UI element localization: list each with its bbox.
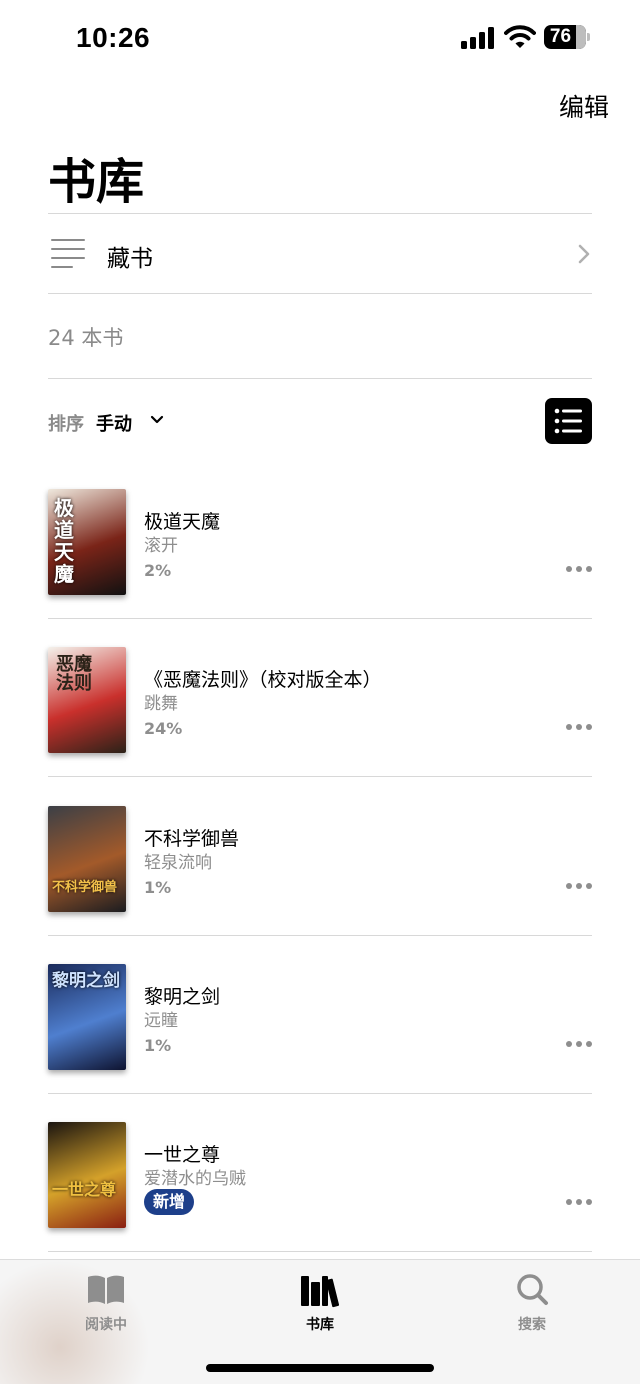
- book-title: 黎明之剑: [144, 986, 221, 1008]
- book-title: 一世之尊: [144, 1144, 221, 1166]
- book-count: 24 本书: [48, 326, 124, 350]
- book-row[interactable]: 黎明之剑 黎明之剑 远瞳 1%: [48, 964, 592, 1122]
- more-icon[interactable]: [566, 1198, 592, 1206]
- cover-title: 恶魔法则: [56, 654, 92, 694]
- book-cover[interactable]: 极道天魔: [48, 489, 126, 595]
- list-view-button[interactable]: [545, 398, 592, 444]
- divider: [48, 618, 592, 619]
- book-open-icon: [88, 1275, 124, 1304]
- sort-label: 排序: [48, 414, 84, 435]
- cover-title: 极道天魔: [54, 496, 74, 586]
- more-icon[interactable]: [566, 723, 592, 731]
- divider: [48, 935, 592, 936]
- cover-title: 不科学御兽: [52, 880, 118, 895]
- book-author: 远瞳: [144, 1011, 178, 1031]
- book-row[interactable]: 一世之尊 一世之尊 爱潜水的乌贼 新增: [48, 1122, 592, 1280]
- divider: [48, 213, 592, 214]
- tab-label: 搜索: [518, 1317, 546, 1333]
- home-indicator[interactable]: [206, 1364, 434, 1372]
- book-title: 《恶魔法则》（校对版全本）: [144, 669, 382, 691]
- book-author: 滚开: [144, 536, 178, 556]
- book-progress: 1%: [144, 878, 172, 897]
- new-badge: 新增: [144, 1189, 195, 1215]
- tab-reading-now[interactable]: 阅读中: [46, 1260, 166, 1350]
- more-icon[interactable]: [566, 882, 592, 890]
- chevron-down-icon[interactable]: [150, 414, 164, 426]
- status-time: 10:26: [76, 22, 151, 53]
- edit-button[interactable]: 编辑: [559, 88, 609, 124]
- cover-title: 黎明之剑: [52, 971, 120, 991]
- search-icon: [517, 1274, 548, 1305]
- book-cover[interactable]: 恶魔法则: [48, 647, 126, 753]
- book-cover[interactable]: 不科学御兽: [48, 806, 126, 912]
- collection-row[interactable]: 藏书: [48, 215, 592, 293]
- book-progress: 24%: [144, 719, 183, 738]
- book-row[interactable]: 不科学御兽 不科学御兽 轻泉流响 1%: [48, 806, 592, 964]
- more-icon[interactable]: [566, 565, 592, 573]
- book-row[interactable]: 极道天魔 极道天魔 滚开 2%: [48, 489, 592, 647]
- collection-label: 藏书: [107, 246, 153, 272]
- book-row[interactable]: 恶魔法则 《恶魔法则》（校对版全本） 跳舞 24%: [48, 647, 592, 805]
- list-bullet-icon: [554, 408, 582, 434]
- book-cover[interactable]: 一世之尊: [48, 1122, 126, 1228]
- divider: [48, 293, 592, 294]
- tab-search[interactable]: 搜索: [472, 1260, 592, 1350]
- divider: [48, 378, 592, 379]
- tab-library[interactable]: 书库: [260, 1260, 380, 1350]
- book-author: 轻泉流响: [144, 853, 212, 873]
- wifi-icon: [504, 25, 536, 48]
- book-title: 不科学御兽: [144, 828, 240, 850]
- book-author: 跳舞: [144, 694, 178, 714]
- sort-dropdown[interactable]: 手动: [96, 410, 132, 436]
- cellular-signal-icon: [461, 27, 495, 49]
- divider: [48, 1093, 592, 1094]
- library-screen: 10:26 76 编辑 书库 藏书 24 本书 排序 手动 极道天魔 极道天魔 …: [0, 0, 640, 1384]
- book-progress: 1%: [144, 1036, 172, 1055]
- cover-title: 一世之尊: [52, 1180, 117, 1199]
- more-icon[interactable]: [566, 1040, 592, 1048]
- page-title: 书库: [48, 154, 145, 210]
- book-cover[interactable]: 黎明之剑: [48, 964, 126, 1070]
- book-progress: 2%: [144, 561, 172, 580]
- tab-label: 阅读中: [85, 1317, 127, 1333]
- divider: [48, 1251, 592, 1252]
- chevron-right-icon: [578, 244, 590, 264]
- battery-level: 76: [549, 26, 572, 47]
- divider: [48, 776, 592, 777]
- book-title: 极道天魔: [144, 511, 221, 533]
- list-lines-icon: [51, 239, 85, 269]
- battery-icon: 76: [544, 25, 590, 49]
- tab-label: 书库: [306, 1317, 334, 1333]
- book-author: 爱潜水的乌贼: [144, 1169, 246, 1189]
- library-icon: [301, 1276, 340, 1308]
- status-bar: 10:26 76: [0, 0, 640, 76]
